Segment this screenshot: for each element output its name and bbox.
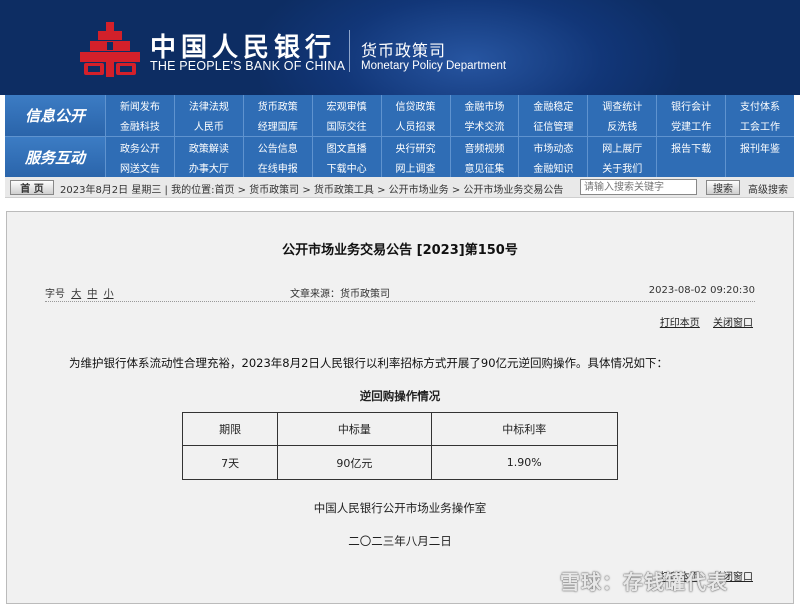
search-button[interactable]: 搜索 [706,180,740,195]
nav-service-item-6[interactable]: 市场动态 [518,137,587,158]
nav-info-item-2[interactable]: 货币政策 [242,95,312,116]
nav-info-item-13[interactable]: 国际交往 [311,115,381,136]
header-term: 期限 [181,412,279,446]
font-size-label: 字号 [45,289,65,300]
main-nav: 信息公开 新闻发布 法律法规 货币政策 宏观审慎 信贷政策 金融市场 金融稳定 调查统计 银行会… [5,95,794,178]
nav-info-item-15[interactable]: 学术交流 [449,115,519,136]
search-input[interactable] [580,179,697,195]
site-banner: 中国人民银行 THE PEOPLE'S BANK OF CHINA 货币政策司 … [0,0,800,95]
header-rate: 中标利率 [430,412,619,446]
nav-section-service: 服务互动 [5,137,105,178]
nav-service-item-15[interactable]: 意见征集 [449,157,519,178]
reverse-repo-table: 期限 中标量 中标利率 7天 90亿元 1.90% [181,412,619,480]
breadcrumb: 2023年8月2日 星期三 | 我的位置:首页 > 货币政策司 > 货币政策工具… [60,185,564,196]
table-row: 7天 90亿元 1.90% [181,445,619,480]
nav-info-item-16[interactable]: 征信管理 [518,115,587,136]
nav-row-service: 服务互动 政务公开 政策解读 公告信息 图文直播 央行研究 音频视频 市场动态 网上展厅 报告下… [5,136,794,178]
home-button[interactable]: 首 页 [10,180,54,195]
nav-grid-info: 新闻发布 法律法规 货币政策 宏观审慎 信贷政策 金融市场 金融稳定 调查统计 银行会计 支付体系… [105,95,794,136]
nav-info-item-7[interactable]: 调查统计 [587,95,656,116]
nav-service-item-19 [725,157,794,178]
nav-info-item-8[interactable]: 银行会计 [656,95,725,116]
close-window-link[interactable]: 关闭窗口 [713,318,753,329]
nav-info-item-0[interactable]: 新闻发布 [105,95,174,116]
nav-info-item-4[interactable]: 信贷政策 [380,95,450,116]
nav-service-item-13[interactable]: 下载中心 [311,157,381,178]
nav-info-item-11[interactable]: 人民币 [173,115,243,136]
nav-info-item-1[interactable]: 法律法规 [173,95,243,116]
font-size-small[interactable]: 小 [104,289,114,300]
nav-info-item-14[interactable]: 人员招录 [380,115,450,136]
breadcrumb-bar: 首 页 2023年8月2日 星期三 | 我的位置:首页 > 货币政策司 > 货币… [5,177,794,198]
nav-service-item-14[interactable]: 网上调查 [380,157,450,178]
nav-info-item-9[interactable]: 支付体系 [725,95,794,116]
nav-section-info: 信息公开 [5,95,105,136]
nav-info-item-18[interactable]: 党建工作 [656,115,725,136]
article-datetime: 2023-08-02 09:20:30 [648,285,755,296]
nav-grid-service: 政务公开 政策解读 公告信息 图文直播 央行研究 音频视频 市场动态 网上展厅 报告下载 报刊年鉴… [105,137,794,178]
nav-service-item-12[interactable]: 在线申报 [242,157,312,178]
nav-info-item-10[interactable]: 金融科技 [105,115,174,136]
nav-service-item-10[interactable]: 网送文告 [105,157,174,178]
nav-info-item-12[interactable]: 经理国库 [242,115,312,136]
font-size-medium[interactable]: 中 [87,289,97,300]
cell-term: 7天 [181,445,279,480]
nav-info-item-17[interactable]: 反洗钱 [587,115,656,136]
nav-info-item-19[interactable]: 工会工作 [725,115,794,136]
article-title: 公开市场业务交易公告 [2023]第150号 [282,243,518,258]
meta-divider [45,301,755,302]
signature: 中国人民银行公开市场业务操作室 [313,501,487,515]
nav-service-item-11[interactable]: 办事大厅 [173,157,243,178]
nav-service-item-2[interactable]: 公告信息 [242,137,312,158]
nav-service-item-16[interactable]: 金融知识 [518,157,587,178]
bank-name-en: THE PEOPLE'S BANK OF CHINA [150,59,346,73]
cell-volume: 90亿元 [277,445,432,480]
font-size-large[interactable]: 大 [71,289,81,300]
cell-rate: 1.90% [430,445,619,480]
article-panel: 公开市场业务交易公告 [2023]第150号 字号 大 中 小 文章来源：货币政… [6,211,794,604]
nav-info-item-3[interactable]: 宏观审慎 [311,95,381,116]
advanced-search-link[interactable]: 高级搜索 [748,181,788,196]
watermark: 雪球：存钱罐代表 [560,570,728,594]
nav-service-item-3[interactable]: 图文直播 [311,137,381,158]
nav-service-item-18 [656,157,725,178]
table-header-row: 期限 中标量 中标利率 [181,412,619,446]
dept-name-en: Monetary Policy Department [361,60,507,72]
nav-service-item-8[interactable]: 报告下载 [656,137,725,158]
nav-service-item-7[interactable]: 网上展厅 [587,137,656,158]
header-volume: 中标量 [277,412,432,446]
article-paragraph: 为维护银行体系流动性合理充裕，2023年8月2日人民银行以利率招标方式开展了90… [69,356,669,370]
nav-service-item-4[interactable]: 央行研究 [380,137,450,158]
nav-service-item-1[interactable]: 政策解读 [173,137,243,158]
nav-row-info: 信息公开 新闻发布 法律法规 货币政策 宏观审慎 信贷政策 金融市场 金融稳定 调查统计 银行会… [5,95,794,136]
nav-service-item-0[interactable]: 政务公开 [105,137,174,158]
banner-divider [349,30,350,72]
nav-service-item-9[interactable]: 报刊年鉴 [725,137,794,158]
article-source: 文章来源：货币政策司 [290,289,390,300]
dept-name-cn: 货币政策司 [361,41,447,60]
pboc-logo-icon [80,22,140,77]
font-size-selector: 字号 大 中 小 [45,285,114,300]
nav-service-item-17[interactable]: 关于我们 [587,157,656,178]
top-links: 打印本页 关闭窗口 [650,314,753,329]
nav-info-item-6[interactable]: 金融稳定 [518,95,587,116]
sign-date: 二〇二三年八月二日 [348,534,452,548]
nav-service-item-5[interactable]: 音频视频 [449,137,519,158]
table-title: 逆回购操作情况 [359,389,441,403]
nav-info-item-5[interactable]: 金融市场 [449,95,519,116]
print-link[interactable]: 打印本页 [660,318,700,329]
